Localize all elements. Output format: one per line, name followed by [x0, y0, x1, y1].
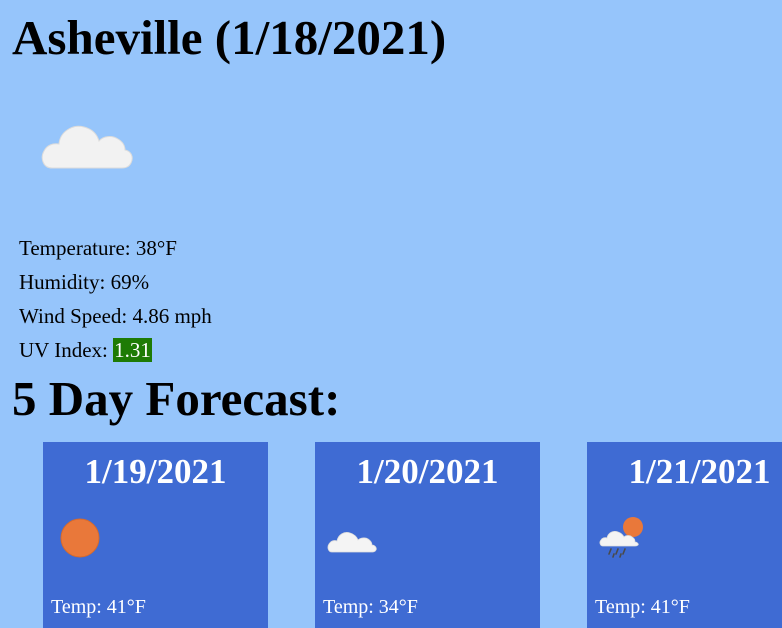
- forecast-date: 1/21/2021: [628, 452, 771, 491]
- forecast-temp: Temp: 41°F: [595, 596, 690, 618]
- current-stats: Temperature: 38°F Humidity: 69% Wind Spe…: [19, 231, 212, 367]
- city-title: Asheville (1/18/2021): [12, 10, 447, 65]
- forecast-title: 5 Day Forecast:: [12, 371, 341, 426]
- forecast-card: 1/20/2021 Temp: 34°F: [315, 442, 540, 628]
- temperature-text: Temperature: 38°F: [19, 236, 177, 260]
- forecast-card: 1/21/2021 Temp: 41°F: [587, 442, 782, 628]
- forecast-date: 1/20/2021: [356, 452, 499, 491]
- sun-cloud-rain-icon: [599, 514, 651, 558]
- weather-dashboard: Asheville (1/18/2021) Temperature: 38°F …: [0, 0, 782, 628]
- forecast-temp: Temp: 41°F: [51, 596, 146, 618]
- forecast-temp: Temp: 34°F: [323, 596, 418, 618]
- sun-icon: [55, 514, 107, 558]
- wind-speed-text: Wind Speed: 4.86 mph: [19, 304, 212, 328]
- forecast-card: 1/19/2021 Temp: 41°F: [43, 442, 268, 628]
- humidity-text: Humidity: 69%: [19, 270, 150, 294]
- cloud-icon: [327, 514, 379, 558]
- cloud-icon: [40, 110, 134, 174]
- forecast-date: 1/19/2021: [84, 452, 227, 491]
- forecast-cards: 1/19/2021 Temp: 41°F 1/20/2021 Temp: 34°…: [43, 442, 782, 628]
- uv-index-label: UV Index:: [19, 338, 114, 362]
- uv-index-badge: 1.31: [113, 338, 152, 362]
- uv-index-row: UV Index: 1.31: [19, 333, 212, 367]
